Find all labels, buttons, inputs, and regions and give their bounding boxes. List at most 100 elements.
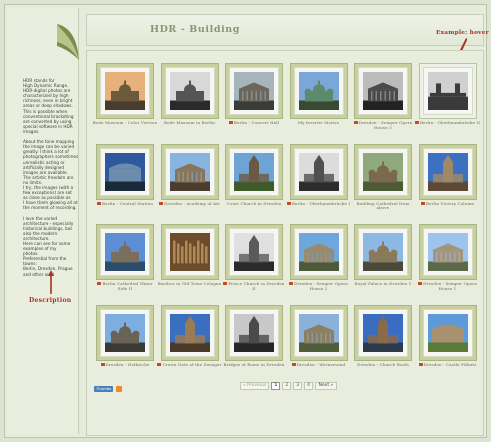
thumbnail-caption[interactable]: Bode Museum - Color Version bbox=[92, 120, 158, 126]
building-photo[interactable] bbox=[105, 313, 145, 352]
thumbnail-frame[interactable] bbox=[96, 63, 154, 119]
gallery-item[interactable]: Bridges of Rome in Dresden bbox=[223, 304, 284, 375]
building-photo[interactable] bbox=[363, 152, 403, 191]
building-photo[interactable] bbox=[234, 152, 274, 191]
gallery-item[interactable]: Dresden - Hofkirche bbox=[96, 304, 154, 375]
thumbnail-caption[interactable]: Berlin - Concert Hall bbox=[221, 120, 287, 126]
gallery-item[interactable]: Berlin - Central Station bbox=[96, 143, 154, 214]
thumbs-feed-button[interactable]: Thumbs bbox=[94, 386, 114, 392]
gallery-item[interactable]: Dresden - Castle Pillnitz bbox=[418, 304, 477, 375]
thumbnail-frame[interactable] bbox=[354, 63, 412, 119]
previous-page-button[interactable]: « Previous bbox=[240, 382, 270, 390]
thumbnail-frame[interactable] bbox=[354, 224, 412, 280]
thumbnail-frame[interactable] bbox=[418, 143, 477, 200]
thumbnail-caption[interactable]: Berlin - Central Station bbox=[92, 201, 158, 207]
building-photo[interactable] bbox=[363, 72, 403, 110]
building-photo[interactable] bbox=[298, 72, 339, 110]
building-photo[interactable] bbox=[169, 313, 210, 352]
thumbnail-caption[interactable]: Building Cathedral from above bbox=[350, 201, 416, 211]
thumbnail-frame[interactable] bbox=[96, 224, 154, 280]
thumbnail-frame[interactable] bbox=[354, 143, 412, 200]
page-4-button[interactable]: 4 bbox=[304, 382, 313, 390]
gallery-item[interactable]: Dresden - Semper Opera House 3 bbox=[353, 63, 412, 133]
building-photo[interactable] bbox=[169, 152, 210, 191]
thumbnail-caption[interactable]: Bridges of Rome in Dresden bbox=[221, 362, 287, 368]
gallery-item[interactable]: Bode Museum - Color Version bbox=[93, 63, 157, 133]
thumbnail-caption[interactable]: Bode Museum in Berlin bbox=[157, 120, 223, 126]
gallery-item[interactable]: Berlin - Concert Hall bbox=[225, 63, 283, 133]
building-photo[interactable] bbox=[105, 233, 145, 271]
thumbnail-frame[interactable] bbox=[225, 224, 283, 280]
gallery-item[interactable]: Dresden - Semper Opera House 2 bbox=[289, 224, 348, 294]
building-photo[interactable] bbox=[363, 233, 403, 271]
thumbnail-caption[interactable]: Berlin - Oberbaumbrücke II bbox=[414, 120, 481, 126]
gallery-item[interactable]: Prince Church in Dresden II bbox=[223, 224, 285, 294]
thumbnail-caption[interactable]: Basilica in Old Town Cologne bbox=[157, 281, 223, 287]
gallery-item[interactable]: Bode Museum in Berlin bbox=[160, 63, 219, 133]
thumbnail-caption[interactable]: Dresden - Academy of Art bbox=[157, 201, 223, 207]
thumbnail-caption[interactable]: Dresden - Hofkirche bbox=[92, 362, 158, 368]
gallery-item[interactable]: Dresden - Semper Opera House 1 bbox=[418, 224, 477, 294]
gallery-item[interactable]: My favorite Motive bbox=[289, 63, 348, 133]
building-photo[interactable] bbox=[427, 233, 468, 271]
thumbnail-frame[interactable] bbox=[289, 143, 348, 200]
thumbnail-caption[interactable]: Prince Church in Dresden II bbox=[221, 281, 287, 291]
gallery-item[interactable]: Dresden - Academy of Art bbox=[159, 143, 220, 214]
gallery-item[interactable]: Building Cathedral from above bbox=[354, 143, 412, 214]
building-photo[interactable] bbox=[363, 313, 403, 352]
page-3-button[interactable]: 3 bbox=[293, 382, 303, 390]
thumbnail-caption[interactable]: Berlin Cathedral Water Side II bbox=[92, 281, 158, 291]
thumbnail-frame[interactable] bbox=[96, 143, 154, 200]
thumbnail-frame[interactable] bbox=[225, 304, 283, 361]
thumbnail-caption[interactable]: Berlin - Oberbaumbrücke I bbox=[286, 201, 352, 207]
thumbnail-caption[interactable]: Berlin Victory Column bbox=[415, 201, 481, 207]
gallery-item[interactable]: Court Church in Dresden bbox=[225, 143, 283, 214]
thumbnail-frame[interactable] bbox=[418, 63, 477, 119]
thumbnail-frame[interactable] bbox=[289, 63, 348, 119]
building-photo[interactable] bbox=[105, 152, 145, 191]
page-1-button[interactable]: 1 bbox=[271, 382, 281, 390]
thumbnail-caption[interactable]: Dresden - Wernersand bbox=[286, 362, 352, 368]
gallery-item[interactable]: Dresden - Church Roofs bbox=[354, 304, 412, 375]
building-photo[interactable] bbox=[169, 233, 210, 271]
building-photo[interactable] bbox=[105, 72, 145, 110]
rss-icon[interactable] bbox=[116, 386, 123, 392]
gallery-item[interactable]: Royal Palace in Dresden 1 bbox=[354, 224, 412, 294]
gallery-item[interactable]: Basilica in Old Town Cologne bbox=[158, 224, 221, 294]
building-photo[interactable] bbox=[234, 313, 274, 352]
thumbnail-caption[interactable]: Dresden - Semper Opera House 2 bbox=[286, 281, 352, 291]
thumbnail-caption[interactable]: Dresden - Church Roofs bbox=[350, 362, 416, 368]
thumbnail-caption[interactable]: My favorite Motive bbox=[286, 120, 352, 126]
thumbnail-caption[interactable]: Crown Gate of the Zwinger bbox=[157, 362, 223, 368]
building-photo[interactable] bbox=[427, 72, 468, 110]
thumbnail-caption[interactable]: Court Church in Dresden bbox=[221, 201, 287, 207]
gallery-item[interactable]: Berlin Victory Column bbox=[418, 143, 477, 214]
thumbnail-caption[interactable]: Dresden - Semper Opera House 3 bbox=[350, 120, 416, 130]
thumbnail-frame[interactable] bbox=[160, 304, 219, 361]
gallery-item[interactable]: Dresden - Wernersand bbox=[289, 304, 348, 375]
thumbnail-frame[interactable] bbox=[418, 224, 477, 280]
thumbnail-frame[interactable] bbox=[354, 304, 412, 361]
gallery-item[interactable]: Berlin Cathedral Water Side II bbox=[96, 224, 154, 294]
thumbnail-frame[interactable] bbox=[225, 143, 283, 200]
page-2-button[interactable]: 2 bbox=[282, 382, 292, 390]
building-photo[interactable] bbox=[427, 152, 468, 191]
thumbnail-frame[interactable] bbox=[160, 63, 219, 119]
thumbnail-caption[interactable]: Royal Palace in Dresden 1 bbox=[350, 281, 416, 287]
building-photo[interactable] bbox=[234, 72, 274, 110]
thumbnail-frame[interactable] bbox=[418, 304, 477, 361]
gallery-item[interactable]: Crown Gate of the Zwinger bbox=[157, 304, 221, 375]
thumbnail-frame[interactable] bbox=[289, 304, 348, 361]
building-photo[interactable] bbox=[427, 313, 468, 352]
gallery-item[interactable]: Berlin - Oberbaumbrücke I bbox=[286, 143, 350, 214]
building-photo[interactable] bbox=[298, 233, 339, 271]
thumbnail-caption[interactable]: Dresden - Semper Opera House 1 bbox=[415, 281, 481, 291]
building-photo[interactable] bbox=[298, 152, 339, 191]
building-photo[interactable] bbox=[298, 313, 339, 352]
building-photo[interactable] bbox=[169, 72, 210, 110]
thumbnail-frame[interactable] bbox=[289, 224, 348, 280]
building-photo[interactable] bbox=[234, 233, 274, 271]
thumbnail-frame[interactable] bbox=[225, 63, 283, 119]
thumbnail-frame[interactable] bbox=[96, 304, 154, 361]
thumbnail-frame[interactable] bbox=[160, 224, 219, 280]
